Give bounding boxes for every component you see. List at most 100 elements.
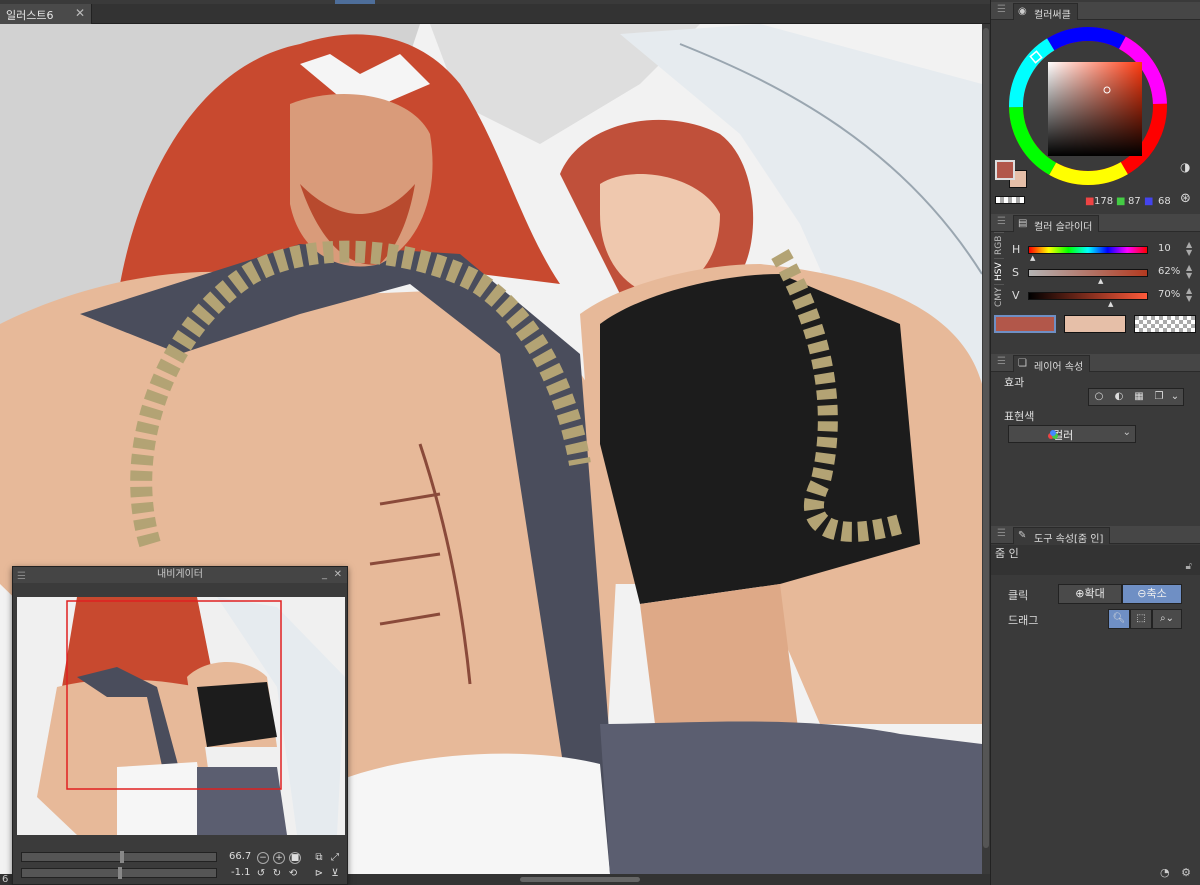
color-circle-header: ☰ ◉ 컬러써클 <box>991 2 1200 21</box>
flip-vertical-icon[interactable]: ⊻ <box>329 868 341 880</box>
saturation-value: 62% <box>1158 266 1181 277</box>
green-indicator-icon: ■ <box>1116 196 1126 207</box>
hue-slider[interactable] <box>1028 246 1148 254</box>
lasso-zoom-icon[interactable]: ⌕⌄ <box>1152 609 1182 629</box>
tool-name-section: 줌 인 🔓︎ <box>991 545 1200 575</box>
value-label: V <box>1012 289 1020 302</box>
value-value: 70% <box>1158 289 1181 300</box>
zoom-out-mode-button[interactable]: ⊖축소 <box>1122 584 1182 604</box>
color-circle-tab[interactable]: ◉ 컬러써클 <box>1013 3 1078 21</box>
fit-icon[interactable]: ■ <box>289 852 301 864</box>
layer-property-tab[interactable]: ❏ 레이어 속성 <box>1013 355 1091 373</box>
transparent-color-swatch[interactable] <box>995 196 1025 204</box>
zoom-slider[interactable] <box>21 851 217 863</box>
app-window: 일러스트6 ✕ 6 ☰ 내비게이터 _ ✕ 66.7 − + ■ ⧉ ⤢ -1.… <box>0 0 1200 885</box>
saturation-slider-marker[interactable]: ▲ <box>1098 277 1103 285</box>
layer-property-tab-label: 레이어 속성 <box>1034 362 1084 373</box>
saturation-label: S <box>1012 266 1019 279</box>
rect-zoom-icon[interactable]: ⬚ <box>1130 609 1152 629</box>
red-value: 178 <box>1094 196 1114 207</box>
value-slider[interactable] <box>1028 292 1148 300</box>
layer-property-tab-icon: ❏ <box>1018 358 1027 369</box>
navigator-preview[interactable] <box>17 597 345 835</box>
rotate-left-icon[interactable]: ↺ <box>255 868 267 880</box>
panel-grip-icon[interactable]: ☰ <box>997 4 1006 15</box>
layer-property-header: ☰ ❏ 레이어 속성 <box>991 354 1200 373</box>
fit-window-icon[interactable]: ⤢ <box>329 852 341 864</box>
panel-footer-icons: ◔ ⚙ <box>1160 866 1191 879</box>
rgb-mode-tab[interactable]: RGB <box>994 232 1004 258</box>
color-mode-toggle-icon[interactable]: ⊛ <box>1180 191 1191 206</box>
color-mode-icon <box>1048 430 1058 439</box>
saturation-slider[interactable] <box>1028 269 1148 277</box>
zoom-in-mode-label: 확대 <box>1084 587 1105 600</box>
hue-spinner-icon[interactable]: ▲ ▼ <box>1186 241 1192 257</box>
hue-label: H <box>1012 243 1021 256</box>
tool-property-tab[interactable]: ✎ 도구 속성[줌 인] <box>1013 527 1111 545</box>
blue-value: 68 <box>1158 196 1171 207</box>
panel-grip-icon[interactable]: ☰ <box>997 216 1006 227</box>
rotation-value: -1.1 <box>231 867 251 878</box>
horizontal-scroll-thumb[interactable] <box>520 877 640 882</box>
expression-color-dropdown[interactable]: 컬러 ⌄ <box>1008 425 1136 443</box>
click-label: 클릭 <box>1008 589 1029 602</box>
chevron-down-icon: ⌄ <box>1122 427 1131 438</box>
navigator-thumbnail <box>17 597 345 835</box>
value-spinner-icon[interactable]: ▲ ▼ <box>1186 287 1192 303</box>
zoom-slider-knob[interactable] <box>120 851 124 863</box>
zoom-in-icon[interactable]: + <box>273 852 285 864</box>
drag-zoom-icon[interactable]: 🔍︎ <box>1108 609 1130 629</box>
tone-effect-icon[interactable]: ◐ <box>1113 391 1125 403</box>
main-color-swatch[interactable] <box>995 160 1015 180</box>
actual-size-icon[interactable]: ⧉ <box>313 852 325 864</box>
document-tab[interactable]: 일러스트6 ✕ <box>0 4 92 24</box>
hue-slider-marker[interactable]: ▲ <box>1030 254 1035 262</box>
border-effect-icon[interactable]: ○ <box>1093 391 1105 403</box>
color-slider-tab[interactable]: ▤ 컬러 슬라이더 <box>1013 215 1100 233</box>
timer-icon[interactable]: ◔ <box>1160 866 1170 879</box>
pattern-effect-icon[interactable]: ▦ <box>1133 391 1145 403</box>
vertical-scroll-thumb[interactable] <box>983 28 989 848</box>
blue-indicator-icon: ■ <box>1144 196 1154 207</box>
zoom-out-icon[interactable]: − <box>257 852 269 864</box>
zoom-out-mode-label: 축소 <box>1146 587 1167 600</box>
document-tab-bar: 일러스트6 ✕ <box>0 4 990 24</box>
value-slider-marker[interactable]: ▲ <box>1108 300 1113 308</box>
minimize-icon[interactable]: _ <box>322 567 327 583</box>
panel-grip-icon[interactable]: ☰ <box>997 356 1006 367</box>
reset-rotation-icon[interactable]: ⟲ <box>287 868 299 880</box>
close-icon[interactable]: ✕ <box>334 567 342 583</box>
saturation-spinner-icon[interactable]: ▲ ▼ <box>1186 264 1192 280</box>
tool-property-tab-icon: ✎ <box>1018 530 1027 541</box>
slider-sub-color-swatch[interactable] <box>1064 315 1126 333</box>
flip-horizontal-icon[interactable]: ⊳ <box>313 868 325 880</box>
cmy-mode-tab[interactable]: CMY <box>994 284 1004 310</box>
tool-property-header: ☰ ✎ 도구 속성[줌 인] <box>991 526 1200 545</box>
canvas-vertical-scrollbar[interactable] <box>982 24 990 874</box>
effect-dropdown-icon[interactable]: ⌄ <box>1169 391 1181 403</box>
color-wheel[interactable] <box>1008 20 1168 192</box>
zoom-in-mode-button[interactable]: ⊕확대 <box>1058 584 1122 604</box>
circle-settings-icon[interactable]: ◑ <box>1180 160 1190 174</box>
color-slider-tab-label: 컬러 슬라이더 <box>1034 222 1093 233</box>
lock-icon[interactable]: 🔓︎ <box>1186 561 1192 572</box>
rotation-slider[interactable] <box>21 867 217 879</box>
page-number: 6 <box>2 874 9 885</box>
tool-name: 줌 인 <box>995 547 1019 560</box>
rotation-slider-knob[interactable] <box>118 867 122 879</box>
panel-grip-icon[interactable]: ☰ <box>17 569 26 585</box>
settings-icon[interactable]: ⚙ <box>1181 866 1191 879</box>
navigator-title-bar[interactable]: ☰ 내비게이터 _ ✕ <box>13 567 347 583</box>
effect-label: 효과 <box>1004 376 1025 389</box>
slider-main-color-swatch[interactable] <box>994 315 1056 333</box>
expression-color-label: 표현색 <box>1004 410 1035 423</box>
layer-color-effect-icon[interactable]: ❐ <box>1153 391 1165 403</box>
close-tab-icon[interactable]: ✕ <box>75 6 85 20</box>
panel-grip-icon[interactable]: ☰ <box>997 528 1006 539</box>
slider-transparent-swatch[interactable] <box>1134 315 1196 333</box>
hsv-mode-tab[interactable]: HSV <box>994 258 1004 284</box>
navigator-title: 내비게이터 <box>157 569 203 580</box>
hue-value: 10 <box>1158 243 1171 254</box>
navigator-controls: 66.7 − + ■ ⧉ ⤢ -1.1 ↺ ↻ ⟲ ⊳ ⊻ <box>17 850 345 880</box>
rotate-right-icon[interactable]: ↻ <box>271 868 283 880</box>
